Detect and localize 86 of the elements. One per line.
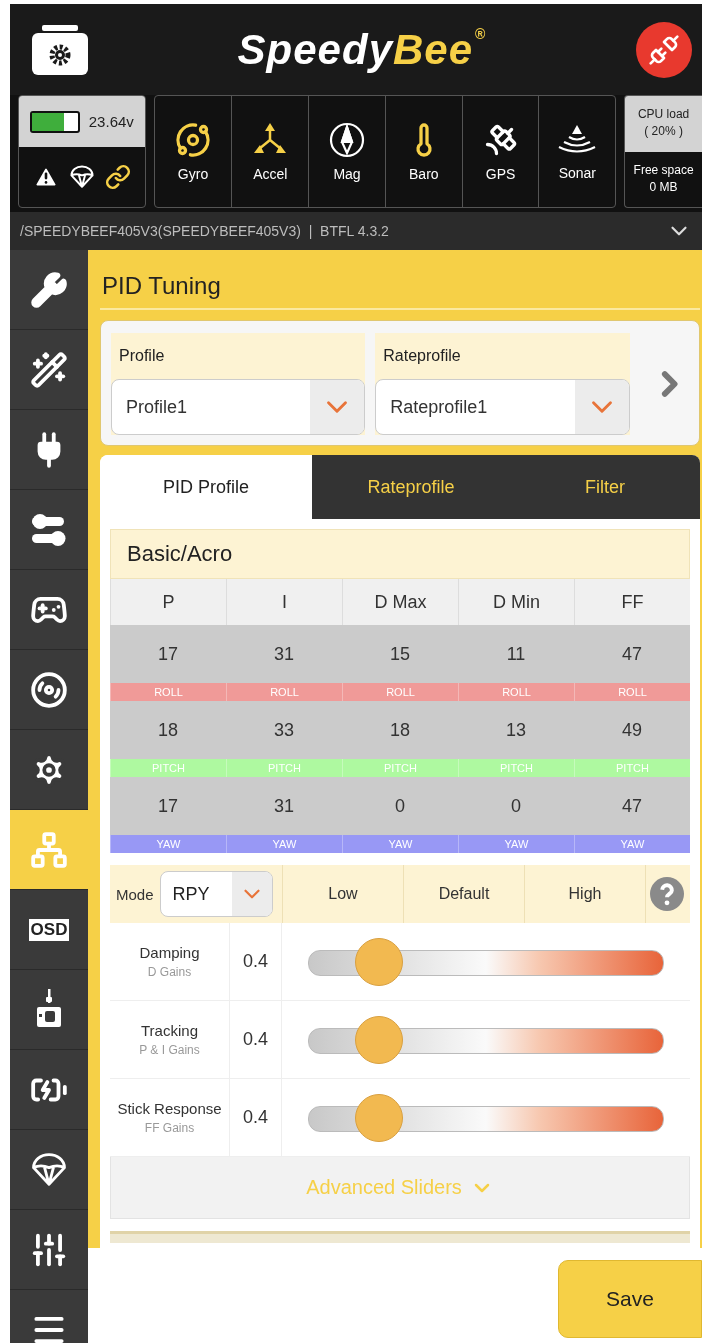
pid-value[interactable]: 18 xyxy=(110,701,226,759)
slider-track[interactable] xyxy=(308,1015,664,1064)
sensor-label: GPS xyxy=(485,165,516,182)
sensor-label: Baro xyxy=(409,165,439,182)
axis-label: YAW xyxy=(574,835,690,853)
toggles-icon xyxy=(30,511,68,548)
slider-track[interactable] xyxy=(308,937,664,986)
sensor-label: Accel xyxy=(253,165,288,182)
magic-wand-icon xyxy=(30,350,68,389)
compass-icon xyxy=(329,121,366,158)
axis-label: YAW xyxy=(110,835,226,853)
axis-label: PITCH xyxy=(110,759,226,777)
axis-label: YAW xyxy=(342,835,458,853)
parachute-icon xyxy=(68,164,95,190)
mode-label: Mode xyxy=(116,885,154,903)
column-header: P xyxy=(110,579,226,625)
sensor-label: Sonar xyxy=(558,164,596,181)
folder-gear-icon xyxy=(32,24,88,75)
pid-value[interactable]: 31 xyxy=(226,777,342,835)
column-header: FF xyxy=(574,579,690,625)
sensor-label: Mag xyxy=(333,165,361,182)
pid-value[interactable]: 47 xyxy=(574,625,690,683)
slider-reading: 0.4 xyxy=(230,1001,282,1078)
pid-value[interactable]: 17 xyxy=(110,777,226,835)
wrench-icon xyxy=(30,270,68,309)
pid-value[interactable]: 47 xyxy=(574,777,690,835)
section-title: Basic/Acro xyxy=(110,529,690,579)
axis-label: ROLL xyxy=(458,683,574,701)
axis-label: PITCH xyxy=(574,759,690,777)
cpu-load-label: CPU load xyxy=(637,108,690,123)
axis-label: YAW xyxy=(226,835,342,853)
motor-icon xyxy=(30,670,68,709)
unplug-icon xyxy=(648,33,680,66)
logo: SpeedyBee® xyxy=(237,25,487,74)
column-header: D Max xyxy=(342,579,458,625)
save-button[interactable]: Save xyxy=(558,1260,702,1338)
parachute-icon xyxy=(30,1150,68,1189)
pid-value[interactable]: 31 xyxy=(226,625,342,683)
pid-value[interactable]: 33 xyxy=(226,701,342,759)
pid-value[interactable]: 15 xyxy=(342,625,458,683)
pid-value[interactable]: 11 xyxy=(458,625,574,683)
slider-track[interactable] xyxy=(308,1093,664,1142)
axis-label: PITCH xyxy=(226,759,342,777)
page-title: PID Tuning xyxy=(100,250,700,310)
axis-label: YAW xyxy=(458,835,574,853)
mode-select[interactable]: RPY xyxy=(159,871,273,917)
free-space-value: 0 MB xyxy=(649,180,678,195)
pid-value[interactable]: 18 xyxy=(342,701,458,759)
axis-label: ROLL xyxy=(226,683,342,701)
battery-voltage: 23.64v xyxy=(88,112,134,131)
pid-value[interactable]: 17 xyxy=(110,625,226,683)
slider-name: Tracking xyxy=(141,1022,198,1039)
axis-label: ROLL xyxy=(342,683,458,701)
help-icon[interactable] xyxy=(649,877,684,911)
column-header: I xyxy=(226,579,342,625)
axis-label: PITCH xyxy=(458,759,574,777)
slider-reading: 0.4 xyxy=(230,923,282,1000)
slider-subtitle: FF Gains xyxy=(144,1121,195,1135)
pid-value[interactable]: 13 xyxy=(458,701,574,759)
orbit-icon xyxy=(175,121,211,158)
profile-label: Profile xyxy=(118,346,166,366)
axis-label: ROLL xyxy=(110,683,226,701)
pid-value[interactable]: 0 xyxy=(342,777,458,835)
pid-value[interactable]: 0 xyxy=(458,777,574,835)
tab[interactable]: Filter xyxy=(510,455,700,519)
column-header: D Min xyxy=(458,579,574,625)
free-space-label: Free space xyxy=(633,163,694,178)
osd-label: OSD xyxy=(28,918,70,941)
slider-name: Stick Response xyxy=(117,1100,222,1117)
sensor-label: Gyro xyxy=(177,165,209,182)
profile-select[interactable]: Profile1 xyxy=(111,379,366,435)
profile-label: Rateprofile xyxy=(382,346,462,366)
pid-value[interactable]: 49 xyxy=(574,701,690,759)
tab[interactable]: Rateprofile xyxy=(312,455,510,519)
slider-name: Damping xyxy=(139,944,200,961)
axis-label: ROLL xyxy=(574,683,690,701)
link-icon xyxy=(104,164,131,190)
cpu-load-value: ( 20% ) xyxy=(644,125,683,140)
hierarchy-icon xyxy=(30,830,68,869)
device-info: /SPEEDYBEEF405V3(SPEEDYBEEF405V3) | BTFL 4.3.2 xyxy=(20,223,389,239)
slider-subtitle: D Gains xyxy=(147,965,192,979)
slider-subtitle: P & I Gains xyxy=(139,1043,200,1057)
battery-gauge xyxy=(29,110,80,133)
slider-reading: 0.4 xyxy=(230,1079,282,1156)
axis-label: PITCH xyxy=(342,759,458,777)
profile-select[interactable]: Rateprofile1 xyxy=(375,379,630,435)
